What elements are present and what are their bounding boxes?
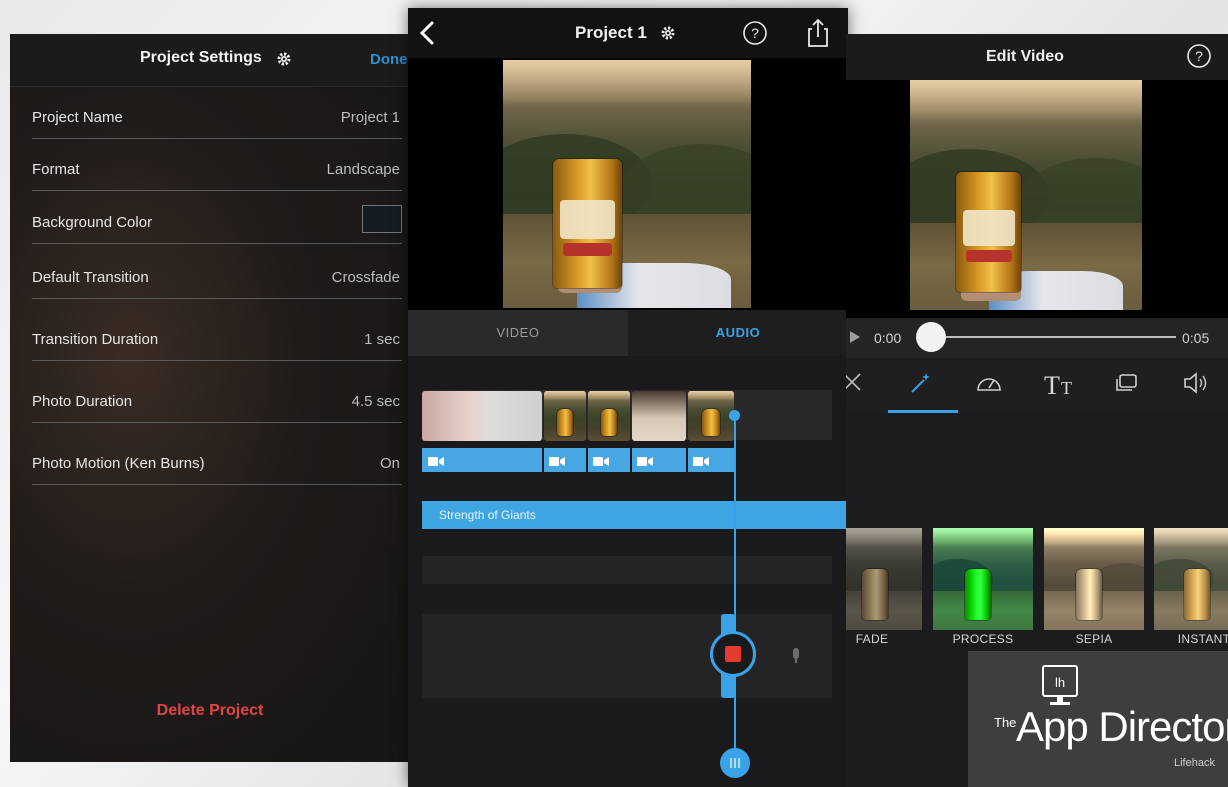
video-camera-icon [637,454,653,466]
stop-record-icon [725,646,741,662]
clip-thumbnail[interactable] [588,391,630,441]
video-camera-icon [428,454,444,466]
setting-row-transition-duration[interactable]: Transition Duration 1 sec [32,308,402,361]
voiceover-track [422,614,832,698]
svg-text:?: ? [1195,48,1203,64]
play-icon[interactable] [850,330,860,348]
setting-value: Project 1 [340,109,400,126]
watermark-prefix: The [994,715,1017,730]
setting-label: Photo Duration [32,393,133,410]
app-director-watermark: lh The App Director Lifehack [968,651,1228,787]
gear-icon[interactable] [660,25,676,46]
playhead-top-handle[interactable] [729,410,740,421]
monogram-text: lh [1055,675,1065,690]
tab-audio[interactable]: AUDIO [628,310,848,356]
setting-row-project-name[interactable]: Project Name Project 1 [32,86,402,139]
project-timeline-panel: Project 1 ? VIDEO AUDIO Strength of Gian… [408,8,848,787]
filter-thumb-instant[interactable] [1154,528,1228,630]
done-button[interactable]: Done [370,51,408,68]
edit-header: Edit Video ? [846,34,1228,80]
setting-value: Landscape [326,161,400,178]
speedometer-icon[interactable] [974,370,1004,401]
scrubber-track[interactable] [932,336,1176,338]
setting-value: Crossfade [331,269,400,286]
record-button[interactable] [710,631,756,677]
text-size-icon[interactable]: TT [1044,370,1076,403]
help-icon[interactable]: ? [1186,43,1212,74]
video-preview[interactable] [408,58,848,310]
edit-toolbar [846,360,1228,412]
setting-row-format[interactable]: Format Landscape [32,138,402,191]
watermark-sub: Lifehack [1174,757,1215,769]
svg-text:T: T [1044,371,1060,398]
preview-image [503,60,751,308]
scrubber-knob[interactable] [916,322,946,352]
setting-label: Default Transition [32,269,149,286]
setting-label: Photo Motion (Ken Burns) [32,455,205,472]
edit-title: Edit Video [986,48,1064,65]
volume-icon[interactable] [1182,370,1210,401]
video-camera-icon [549,454,565,466]
tab-video[interactable]: VIDEO [408,310,628,356]
filter-thumb-sepia[interactable] [1044,528,1144,630]
setting-value: 4.5 sec [351,393,400,410]
scissors-icon[interactable] [846,370,866,401]
project-settings-panel: Project Settings Done Project Name Proje… [10,34,410,762]
project-header: Project 1 ? [408,8,848,58]
filter-label: PROCESS [952,632,1014,646]
filter-label: FADE [855,632,889,646]
clip-thumbnail[interactable] [632,391,686,441]
back-chevron-icon[interactable] [418,20,436,51]
setting-row-photo-duration[interactable]: Photo Duration 4.5 sec [32,370,402,423]
watermark-brand: App Director [1016,703,1228,750]
setting-label: Background Color [32,214,153,231]
setting-label: Transition Duration [32,331,159,348]
playhead-drag-handle[interactable] [720,748,750,778]
magic-wand-icon[interactable] [908,370,934,401]
layers-icon[interactable] [1114,370,1140,401]
setting-value: 1 sec [364,331,400,348]
video-camera-icon [593,454,609,466]
clip-thumbnail[interactable] [688,391,734,441]
setting-label: Format [32,161,80,178]
setting-value: On [379,455,400,472]
setting-row-default-transition[interactable]: Default Transition Crossfade [32,246,402,299]
filter-thumb-fade[interactable] [846,528,922,630]
total-time: 0:05 [1182,330,1210,346]
playhead-line[interactable] [734,413,736,768]
project-title[interactable]: Project 1 [575,23,647,43]
clip-thumbnail[interactable] [544,391,586,441]
setting-label: Project Name [32,109,123,126]
empty-audio-track[interactable] [422,556,832,584]
settings-title: Project Settings [140,49,262,66]
setting-row-photo-motion[interactable]: Photo Motion (Ken Burns) On [32,432,402,485]
preview-image [910,80,1142,310]
clip-thumbnail[interactable] [422,391,542,441]
active-tool-indicator [888,410,958,413]
share-icon[interactable] [806,18,830,53]
audio-track-label: Strength of Giants [439,508,536,522]
setting-row-background-color[interactable]: Background Color [32,191,402,244]
scrubber-bar [846,318,1228,358]
svg-text:?: ? [751,25,759,41]
media-tabs: VIDEO AUDIO [408,310,848,356]
svg-text:T: T [1061,378,1072,398]
settings-header: Project Settings Done [10,34,410,87]
filter-label: INSTANT [1177,632,1228,646]
microphone-icon[interactable] [792,648,800,669]
edit-video-preview[interactable] [846,80,1228,318]
gear-icon [276,51,292,72]
filter-label: SEPIA [1075,632,1113,646]
current-time: 0:00 [874,330,902,346]
help-icon[interactable]: ? [742,20,768,51]
background-color-swatch[interactable] [362,205,402,233]
filter-thumb-process[interactable] [933,528,1033,630]
video-camera-icon [693,454,709,466]
delete-project-button[interactable]: Delete Project [10,702,410,720]
